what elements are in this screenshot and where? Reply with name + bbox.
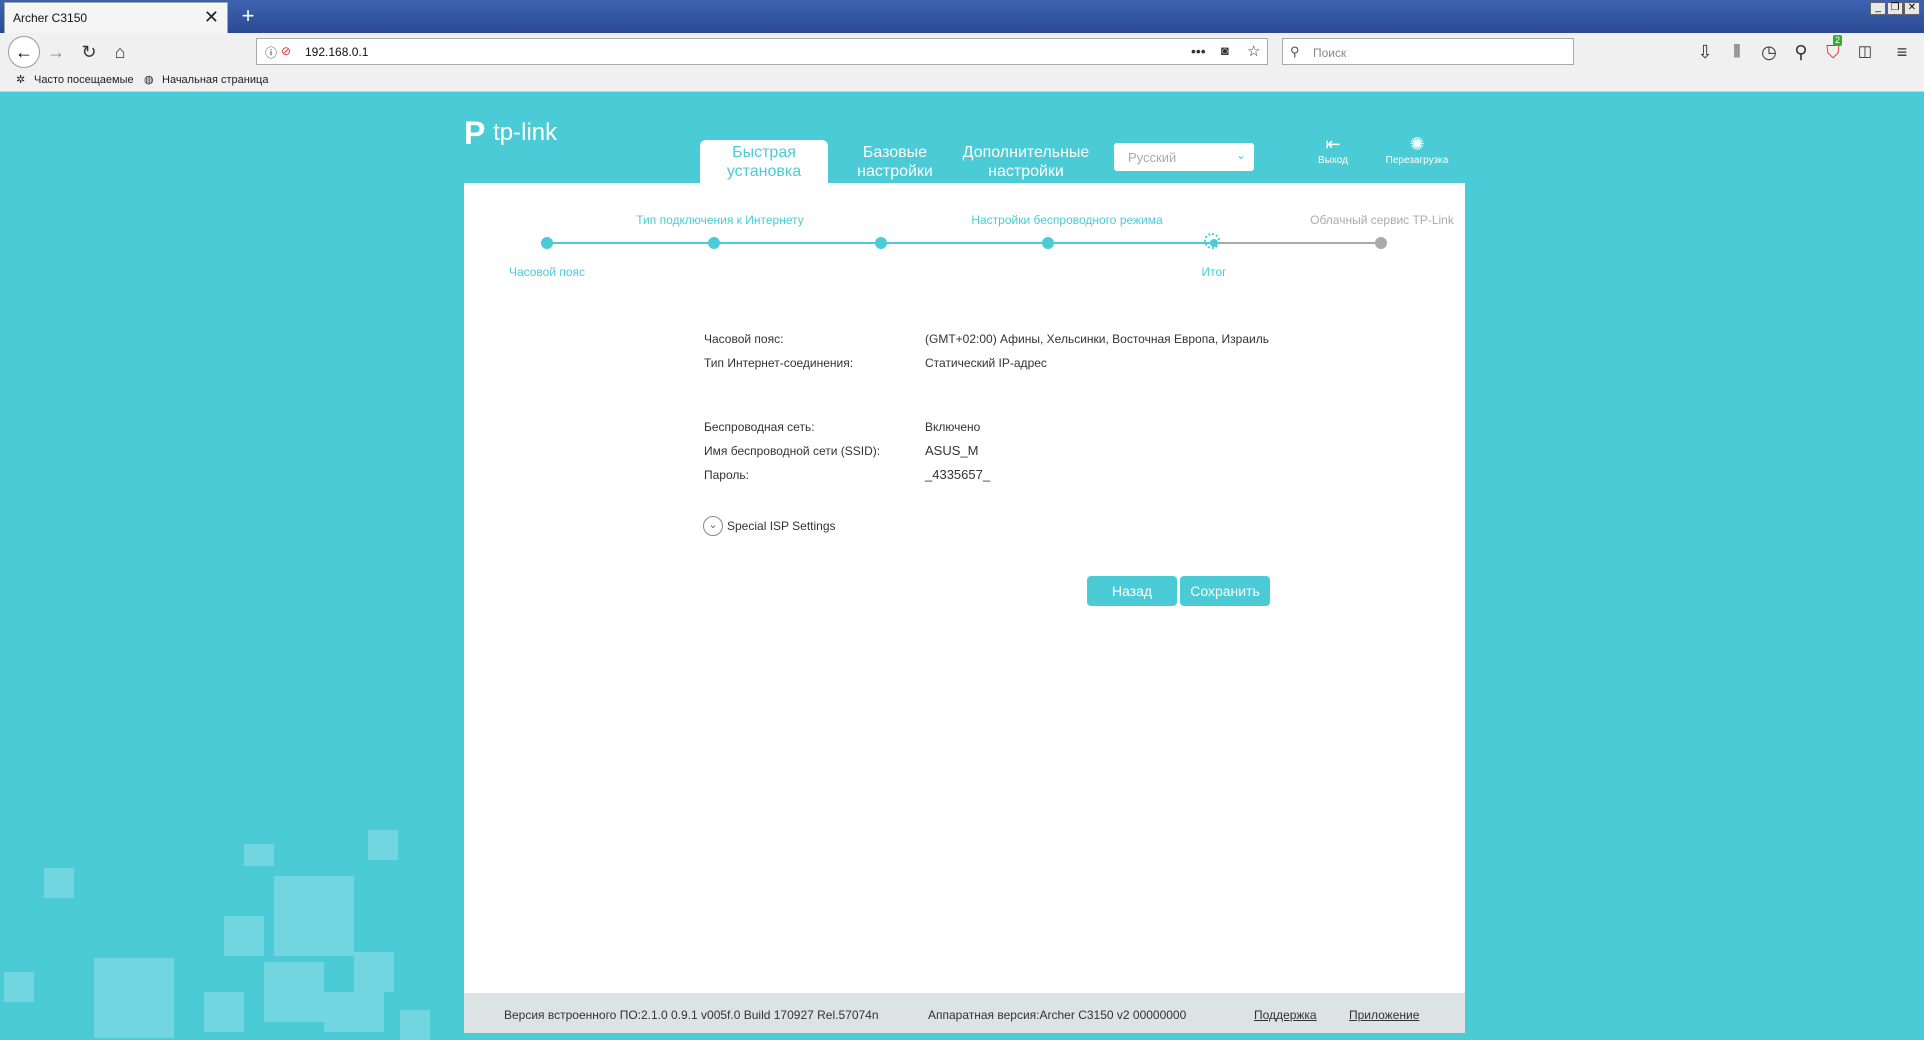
step-dot-3 [875, 237, 887, 249]
close-tab-icon[interactable]: ✕ [204, 7, 219, 28]
bookmark-most-visited[interactable]: Часто посещаемые [34, 74, 134, 86]
search-input[interactable]: ⚲ Поиск [1282, 38, 1574, 65]
footer: Версия встроенного ПО:2.1.0 0.9.1 v005f.… [464, 993, 1465, 1033]
tab-title: Archer C3150 [13, 11, 88, 25]
step-dot-2 [708, 237, 720, 249]
step-label-wireless: Настройки беспроводного режима [971, 213, 1163, 227]
timezone-value: (GMT+02:00) Афины, Хельсинки, Восточная … [925, 332, 1269, 346]
bookmark-star-icon[interactable]: ☆ [1247, 42, 1260, 60]
bookmarks-bar: ✲ Часто посещаемые ◍ Начальная страница [0, 70, 1924, 92]
home-icon[interactable]: ⌂ [108, 41, 132, 63]
app-link[interactable]: Приложение [1349, 1008, 1419, 1022]
sidebar-icon[interactable]: ◫ [1853, 41, 1877, 63]
reboot-icon: ✺ [1409, 134, 1425, 154]
url-bar[interactable]: ⓘ ⊘ 192.168.0.1 ••• ◙ ☆ [256, 38, 1268, 65]
forward-arrow-icon[interactable]: → [44, 41, 68, 63]
logo-mark-icon: P [464, 115, 486, 151]
tab-advanced[interactable]: Дополнительные настройки [956, 140, 1096, 184]
main-panel [464, 183, 1465, 994]
step-label-cloud: Облачный сервис TP-Link [1310, 213, 1454, 227]
step-label-connection: Тип подключения к Интернету [636, 213, 804, 227]
back-button[interactable]: Назад [1087, 576, 1177, 606]
zoom-search-icon[interactable]: ⚲ [1789, 41, 1813, 63]
tab-quick-line1: Быстрая [732, 144, 796, 161]
back-arrow-icon[interactable]: ← [8, 36, 40, 68]
step-dot-6 [1375, 237, 1387, 249]
wireless-value: Включено [925, 420, 981, 434]
ssid-label: Имя беспроводной сети (SSID): [704, 444, 881, 458]
reload-icon[interactable]: ↻ [77, 41, 101, 63]
connection-type-value: Статический IP-адрес [925, 356, 1047, 370]
language-select[interactable]: Русский ⌄ [1114, 143, 1254, 171]
logout-button[interactable]: ⇤ Выход [1293, 134, 1373, 166]
special-isp-settings-toggle[interactable]: Special ISP Settings [727, 519, 836, 533]
tab-basic-line2: настройки [857, 163, 933, 180]
new-tab-button[interactable]: + [236, 4, 260, 28]
tab-advanced-line1: Дополнительные [962, 144, 1090, 161]
wireless-label: Беспроводная сеть: [704, 420, 815, 434]
step-dot-5 [1210, 239, 1218, 247]
expand-chevron-icon[interactable]: ⌄ [703, 516, 723, 536]
support-link[interactable]: Поддержка [1254, 1008, 1317, 1022]
insecure-lock-icon[interactable]: ⊘ [281, 44, 291, 58]
info-icon[interactable]: ⓘ [265, 44, 277, 61]
tab-advanced-line2: настройки [988, 163, 1064, 180]
library-icon[interactable]: ⫼ [1725, 41, 1749, 63]
tab-basic-line1: Базовые [862, 144, 928, 161]
addon-badge: 2 [1833, 35, 1843, 46]
globe-icon: ◍ [144, 74, 154, 86]
hardware-version: Аппаратная версия:Archer C3150 v2 000000… [928, 1008, 1187, 1022]
browser-navbar: ← → ↻ ⌂ ⓘ ⊘ 192.168.0.1 ••• ◙ ☆ ⚲ Поиск … [0, 33, 1924, 71]
step-dot-1 [541, 237, 553, 249]
addon-shield-icon[interactable]: ⛉ 2 [1821, 35, 1845, 63]
password-label: Пароль: [704, 468, 749, 482]
step-label-summary: Итог [1201, 265, 1227, 279]
pocket-icon[interactable]: ◙ [1221, 43, 1229, 58]
firmware-version: Версия встроенного ПО:2.1.0 0.9.1 v005f.… [504, 1008, 879, 1022]
close-window-icon[interactable]: ✕ [1904, 2, 1920, 15]
logout-icon: ⇤ [1325, 134, 1341, 154]
logout-label: Выход [1318, 155, 1348, 166]
ssid-value: ASUS_M [925, 443, 979, 458]
tab-quick-setup[interactable]: Быстрая установка [700, 140, 828, 184]
logo-text: tp-link [493, 119, 558, 146]
search-icon: ⚲ [1290, 44, 1300, 59]
page-actions-icon[interactable]: ••• [1191, 43, 1206, 59]
search-placeholder: Поиск [1313, 46, 1347, 60]
history-clock-icon[interactable]: ◷ [1757, 41, 1781, 63]
timezone-label: Часовой пояс: [704, 332, 784, 346]
step-dot-4 [1042, 237, 1054, 249]
page-scrollbar[interactable] [1908, 92, 1924, 1040]
reboot-label: Перезагрузка [1385, 155, 1449, 166]
restore-icon[interactable]: ❐ [1887, 2, 1903, 15]
step-label-timezone: Часовой пояс [508, 265, 586, 279]
url-text[interactable]: 192.168.0.1 [305, 45, 368, 59]
tab-basic[interactable]: Базовые настройки [848, 140, 942, 184]
reboot-button[interactable]: ✺ Перезагрузка [1377, 134, 1457, 166]
browser-tab[interactable]: Archer C3150 ✕ [4, 2, 228, 33]
menu-icon[interactable]: ≡ [1890, 41, 1914, 63]
language-value: Русский [1128, 150, 1177, 165]
tplink-logo: P tp-link [464, 115, 557, 152]
bookmark-start-page[interactable]: Начальная страница [162, 74, 268, 86]
password-value: _4335657_ [925, 467, 991, 482]
downloads-icon[interactable]: ⇩ [1693, 41, 1717, 63]
chevron-down-icon: ⌄ [1235, 148, 1246, 162]
browser-titlebar [0, 0, 1924, 33]
tab-quick-line2: установка [726, 163, 802, 180]
minimize-icon[interactable]: _ [1870, 2, 1886, 15]
connection-type-label: Тип Интернет-соединения: [704, 356, 854, 370]
progress-line-pending [1214, 242, 1381, 244]
gear-icon: ✲ [16, 74, 26, 86]
save-button[interactable]: Сохранить [1180, 576, 1270, 606]
